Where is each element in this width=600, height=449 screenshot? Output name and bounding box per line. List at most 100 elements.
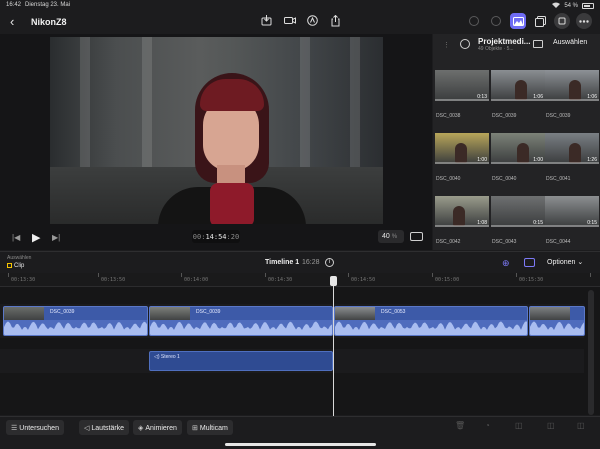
clip-thumbnail[interactable]: 1:26 DSC_0041 [545, 133, 599, 183]
clip-thumbnail[interactable]: 0:13 DSC_0038 [435, 70, 489, 120]
redo-icon[interactable] [488, 13, 504, 29]
timeline-duration: 16:28 [302, 259, 320, 266]
ruler-tick-mark [265, 273, 266, 277]
home-indicator[interactable] [225, 443, 376, 446]
video-clip-name: DSC_0053 [381, 309, 406, 315]
more-options-icon[interactable] [554, 13, 570, 29]
ruler-tick-label: 00:13:30 [11, 277, 36, 283]
clip-name: DSC_0040 [436, 176, 461, 182]
clip-duration: 1:00 [477, 157, 487, 163]
video-clip[interactable]: DSC_0053 [334, 306, 528, 336]
thumbnail-image: 1:06 [491, 70, 545, 101]
multicam-label: Multicam [199, 425, 228, 432]
media-browser: ⋮ Projektmedi... 49 Objekte · 5... Auswä… [433, 34, 600, 250]
timeline-tracks[interactable]: ◁) Stereo 1 DSC_0039 DSC_0039 DSC_0053 [0, 287, 600, 415]
multicam-button[interactable]: ⊞ Multicam [187, 420, 233, 435]
top-toolbar: ‹ NikonZ8 [0, 10, 600, 34]
drag-handle-icon[interactable]: ⋮ [443, 41, 450, 49]
photos-icon[interactable] [510, 13, 526, 29]
clip-thumbnail[interactable]: 1:06 DSC_0039 [491, 70, 545, 120]
animate-button[interactable]: ◈ Animieren [133, 420, 182, 435]
ruler-tick-mark [8, 273, 9, 277]
playhead[interactable] [333, 276, 334, 416]
clip-duration: 1:00 [533, 157, 543, 163]
trim-icon[interactable]: ◫ [577, 421, 585, 430]
clip-filmstrip [335, 307, 375, 321]
split-icon[interactable]: ◫ [515, 421, 523, 430]
selection-mode[interactable]: Clip [7, 263, 24, 269]
speed-icon[interactable]: ◔ [485, 421, 490, 430]
library-add-icon[interactable] [532, 13, 548, 29]
status-date: Dienstag 23. Mai [25, 2, 71, 8]
info-icon[interactable]: i [325, 258, 334, 267]
playhead-handle[interactable] [330, 276, 337, 286]
multicam-icon: ⊞ [192, 425, 198, 432]
timecode-frames: :20 [226, 233, 240, 241]
subject-scarf [210, 183, 254, 224]
timecode-display[interactable]: 00:14:54:20 [192, 230, 240, 243]
timeline-view-icon[interactable] [524, 258, 535, 267]
trash-icon[interactable]: 🗑 [455, 421, 465, 430]
play-icon[interactable]: ▶ [32, 231, 40, 244]
clip-thumbnail[interactable]: 1:00 DSC_0040 [435, 133, 489, 183]
timeline-options-button[interactable]: Optionen ⌄ [547, 258, 583, 266]
skip-back-icon[interactable]: |◀ [12, 233, 20, 242]
volume-label: Lautstärke [91, 425, 125, 432]
timecode-main: 14:54 [205, 233, 227, 241]
audio-clip[interactable]: ◁) Stereo 1 [149, 351, 333, 371]
browser-title: Projektmedi... [478, 37, 531, 46]
video-clip-name: DSC_0039 [50, 309, 75, 315]
viewer-options-icon[interactable] [410, 232, 423, 241]
clip-thumbnail[interactable]: 1:00 DSC_0040 [491, 133, 545, 183]
ruler-tick-mark [181, 273, 182, 277]
speaker-icon: ◁ [84, 425, 90, 432]
volume-button[interactable]: ◁ Lautstärke [79, 420, 130, 435]
audio-clip-name: ◁) Stereo 1 [154, 354, 180, 360]
skip-forward-icon[interactable]: ▶| [52, 233, 60, 242]
audio-waveform [530, 320, 584, 335]
transport-bar: |◀ ▶ ▶| 00:14:54:20 40 % [0, 229, 432, 249]
camera-icon[interactable] [283, 14, 296, 27]
clip-duration: 0:13 [477, 94, 487, 100]
clip-thumbnail[interactable]: 1:06 DSC_0039 [545, 70, 599, 120]
clip-thumbnail[interactable]: 0:15 DSC_0044 [545, 196, 599, 246]
clip-duration: 1:08 [477, 220, 487, 226]
video-clip[interactable]: DSC_0039 [149, 306, 333, 336]
clip-thumbnail[interactable]: 0:15 DSC_0043 [491, 196, 545, 246]
vertical-scrollbar[interactable] [588, 290, 594, 415]
clip-name: DSC_0039 [546, 113, 571, 119]
thumbnail-image: 1:26 [545, 133, 599, 164]
detach-icon[interactable]: ◫ [547, 421, 555, 430]
ruler-tick-mark [432, 273, 433, 277]
thumbnail-image: 1:08 [435, 196, 489, 227]
video-frame[interactable] [50, 37, 383, 224]
inspect-button[interactable]: ☰ Untersuchen [6, 420, 64, 435]
zoom-control[interactable]: 40 % [378, 230, 404, 243]
voiceover-icon[interactable] [306, 14, 319, 27]
back-button[interactable]: ‹ [10, 14, 14, 29]
share-icon[interactable] [329, 14, 342, 27]
audio-waveform [4, 320, 147, 335]
video-clip[interactable] [529, 306, 585, 336]
clip-select-icon [7, 263, 12, 268]
selection-value: Clip [14, 263, 25, 269]
video-clip[interactable]: DSC_0039 [3, 306, 148, 336]
viewer [0, 34, 432, 250]
import-icon[interactable] [260, 14, 273, 27]
view-mode-icon[interactable] [533, 40, 543, 48]
thumbnail-image: 0:15 [491, 196, 545, 227]
clip-duration: 0:15 [587, 220, 597, 226]
ruler-tick-label: 00:15:30 [519, 277, 544, 283]
timeline-ruler[interactable]: 00:13:30 00:13:50 00:14:00 00:14:30 00:14:50… [0, 273, 600, 287]
clip-thumbnail[interactable]: 1:08 DSC_0042 [435, 196, 489, 246]
select-button[interactable]: Auswählen [553, 39, 587, 46]
clip-name: DSC_0041 [546, 176, 571, 182]
clip-duration: 0:15 [533, 220, 543, 226]
animate-label: Animieren [145, 425, 177, 432]
undo-icon[interactable] [466, 13, 482, 29]
clip-name: DSC_0039 [492, 113, 517, 119]
ruler-tick-mark [590, 273, 591, 277]
snapping-icon[interactable]: ⊕ [502, 258, 510, 269]
filter-icon[interactable] [460, 39, 470, 49]
ellipsis-icon[interactable] [576, 13, 592, 29]
